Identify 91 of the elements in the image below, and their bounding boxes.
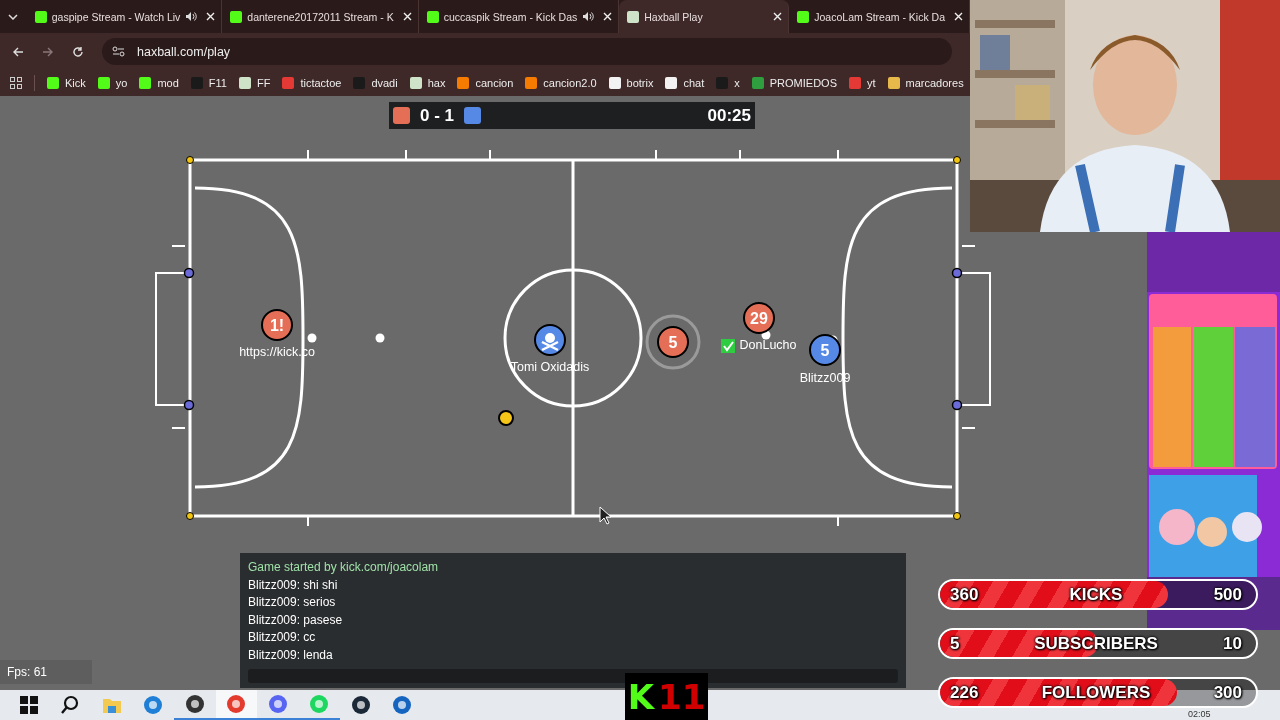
bookmark[interactable]: mod — [139, 77, 179, 89]
favicon-icon — [627, 10, 640, 23]
favicon-icon — [97, 77, 110, 89]
home-team-icon — [393, 107, 410, 124]
bookmark[interactable]: PROMIEDOS — [751, 77, 837, 89]
reload-icon[interactable] — [72, 45, 84, 58]
favicon-icon — [409, 77, 422, 89]
fps-counter: Fps: 61 — [0, 660, 92, 684]
goal-label: FOLLOWERS — [1040, 682, 1152, 703]
favicon-icon — [34, 10, 47, 23]
bookmark[interactable]: botrix — [608, 77, 654, 89]
forward-icon[interactable] — [42, 45, 54, 58]
bookmark[interactable]: x — [716, 77, 740, 89]
chat-input[interactable] — [248, 668, 898, 683]
bookmark[interactable]: marcadores — [887, 77, 964, 89]
close-icon[interactable] — [954, 12, 963, 21]
favicon-icon — [887, 77, 900, 89]
chat-message: Blitzz009: serios — [248, 594, 337, 612]
corner-marker — [186, 156, 194, 164]
bookmark[interactable]: cancion — [457, 77, 514, 89]
favicon-icon — [190, 77, 203, 89]
goal-post — [951, 399, 963, 411]
bookmark[interactable]: hax — [409, 77, 446, 89]
channel-logo: K11 — [625, 673, 708, 720]
player-number: 5 — [668, 334, 678, 351]
site-settings-icon[interactable] — [112, 46, 125, 57]
favicon-icon — [608, 77, 621, 89]
clock-time: 02:05 — [1188, 709, 1211, 719]
marker-dot — [375, 333, 385, 343]
bookmark[interactable]: Kick — [47, 77, 86, 89]
chat-message: Blitzz009: lenda — [248, 646, 334, 664]
close-icon[interactable] — [206, 12, 216, 21]
marker-dot — [307, 333, 317, 343]
corner-marker — [953, 512, 961, 520]
favicon-icon — [47, 77, 59, 89]
favicon-icon — [797, 10, 810, 23]
chat-message: Blitzz009: cc — [248, 629, 317, 647]
favicon-icon — [525, 77, 538, 89]
browser-tab[interactable]: Haxball Play — [619, 0, 790, 33]
goal-post — [183, 267, 195, 279]
favicon-icon — [751, 77, 764, 89]
bookmark[interactable]: chat — [665, 77, 705, 89]
favicon-icon — [716, 77, 729, 89]
player-number: 29 — [750, 310, 768, 327]
close-icon[interactable] — [773, 12, 783, 21]
bookmark[interactable]: cancion2.0 — [525, 77, 597, 89]
close-icon[interactable] — [402, 12, 412, 21]
cursor-icon — [599, 506, 612, 525]
chat-message: Blitzz009: pasese — [248, 611, 344, 629]
goal-target: 10 — [1222, 633, 1243, 654]
match-timer: 00:25 — [707, 105, 751, 126]
apps-grid-icon[interactable] — [10, 77, 22, 89]
corner-marker — [953, 156, 961, 164]
favicon-icon — [238, 77, 251, 89]
close-icon[interactable] — [603, 12, 613, 21]
favicon-icon — [426, 10, 439, 23]
address-bar[interactable]: haxball.com/play — [102, 38, 952, 65]
favicon-icon — [353, 77, 366, 89]
chat-message: Game started by kick.com/joacolam — [248, 559, 440, 576]
favicon-icon — [230, 10, 243, 23]
favicon-icon — [457, 77, 470, 89]
speaker-icon[interactable] — [582, 11, 595, 22]
favicon-icon — [665, 77, 678, 89]
goal-post — [951, 267, 963, 279]
favicon-icon — [282, 77, 295, 89]
url-text: haxball.com/play — [137, 44, 231, 59]
bookmark[interactable]: tictactoe — [282, 77, 342, 89]
skull-icon — [540, 333, 560, 352]
favicon-icon — [849, 77, 861, 89]
bookmark[interactable]: yt — [849, 77, 876, 89]
chat-message: Blitzz009: shi shi — [248, 576, 339, 594]
player-number: 5 — [820, 342, 830, 359]
ball — [498, 410, 514, 426]
player-name: DonLucho — [739, 338, 797, 352]
goal-current: 226 — [949, 682, 980, 703]
corner-marker — [186, 512, 194, 520]
goal-current: 5 — [949, 633, 961, 654]
goal-target: 500 — [1212, 584, 1243, 605]
goal-post — [183, 399, 195, 411]
back-icon[interactable] — [12, 45, 24, 58]
favicon-icon — [139, 77, 152, 89]
speaker-icon[interactable] — [185, 11, 198, 22]
goal-current: 360 — [949, 584, 980, 605]
bookmark[interactable]: dvadi — [353, 77, 398, 89]
bookmark[interactable]: yo — [97, 77, 128, 89]
bookmark[interactable]: F11 — [190, 77, 227, 89]
goal-label: KICKS — [1068, 584, 1124, 605]
player-number: 1! — [269, 317, 285, 334]
away-team-icon — [464, 107, 482, 124]
bookmark[interactable]: FF — [238, 77, 271, 89]
score-text: 0 - 1 — [420, 105, 455, 126]
